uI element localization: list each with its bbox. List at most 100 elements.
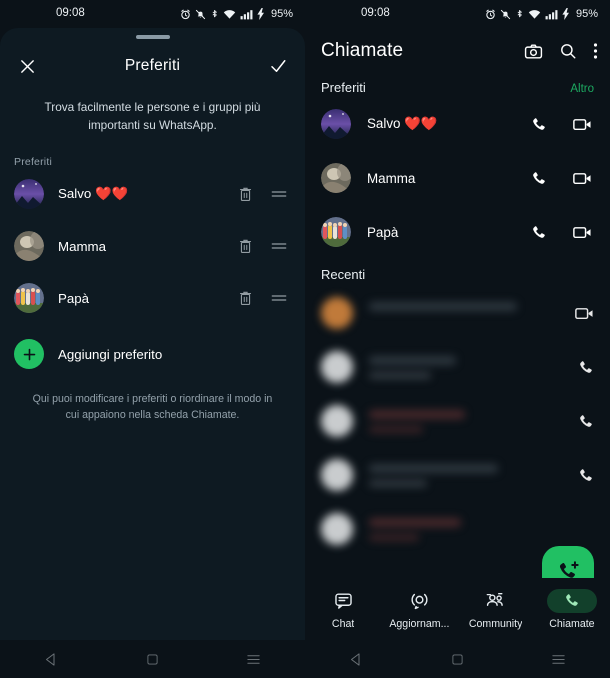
phone-icon[interactable]: [577, 359, 594, 376]
row-title-redacted: [369, 355, 457, 365]
right-phone-screen: 09:08 95% Chiamate Preferiti Altro Salvo…: [305, 0, 610, 678]
list-item[interactable]: Salvo ❤️❤️: [0, 168, 305, 220]
list-item[interactable]: Papà: [305, 205, 610, 259]
overflow-menu-icon[interactable]: [593, 42, 598, 60]
drag-handle-icon[interactable]: [271, 292, 287, 304]
drag-handle-icon[interactable]: [271, 188, 287, 200]
recents-icon[interactable]: [551, 653, 566, 666]
confirm-button[interactable]: [265, 53, 291, 79]
tab-label: Chiamate: [549, 617, 595, 630]
row-actions: [530, 116, 594, 133]
redacted-content: [321, 513, 577, 545]
android-nav-bar-left: [0, 640, 305, 678]
tab-updates[interactable]: Aggiornam...: [381, 589, 457, 630]
list-item[interactable]: [321, 286, 594, 340]
favorites-more-link[interactable]: Altro: [570, 83, 594, 95]
sheet-toolbar: Preferiti: [0, 43, 305, 89]
row-subtitle-redacted: [369, 371, 432, 379]
row-text: [369, 463, 577, 487]
phone-icon[interactable]: [530, 170, 547, 187]
redacted-content: [321, 297, 575, 329]
recent-calls-list: [305, 286, 610, 556]
phone-icon[interactable]: [530, 116, 547, 133]
list-item[interactable]: [321, 448, 594, 502]
tab-pill: [318, 589, 368, 613]
list-item[interactable]: Mamma: [305, 151, 610, 205]
community-icon: [486, 593, 503, 606]
list-item[interactable]: Papà: [0, 272, 305, 324]
signal-bars-icon: [240, 9, 253, 19]
sheet-description: Trova facilmente le persone e i gruppi p…: [44, 100, 261, 132]
add-favorite-button[interactable]: Aggiungi preferito: [0, 328, 305, 380]
status-bar-time-area: 09:08: [0, 0, 176, 28]
row-title-redacted: [369, 301, 518, 311]
home-square-icon[interactable]: [146, 653, 159, 666]
updates-icon: [411, 593, 428, 610]
battery-percent: 95%: [270, 8, 293, 20]
list-item[interactable]: [321, 340, 594, 394]
avatar-papa: [321, 217, 351, 247]
list-item[interactable]: Mamma: [0, 220, 305, 272]
trash-icon[interactable]: [238, 186, 253, 203]
sheet-footer-note: Qui puoi modificare i preferiti o riordi…: [32, 393, 273, 421]
close-button[interactable]: [14, 53, 40, 79]
list-item-label: Salvo ❤️❤️: [58, 186, 129, 202]
video-camera-icon[interactable]: [573, 225, 592, 240]
header-actions: [524, 42, 598, 61]
row-actions: [238, 238, 291, 255]
search-icon[interactable]: [559, 42, 577, 60]
recents-icon[interactable]: [246, 653, 261, 666]
sheet-drag-handle[interactable]: [135, 35, 170, 39]
list-item-label: Mamma: [367, 170, 416, 186]
redacted-content: [321, 405, 577, 437]
tab-calls[interactable]: Chiamate: [534, 588, 610, 630]
bell-muted-icon: [500, 9, 511, 19]
avatar-mamma: [14, 231, 44, 262]
row-action-placeholder: [577, 521, 594, 538]
row-title-redacted: [369, 409, 465, 419]
avatar-papa: [14, 283, 44, 314]
row-actions: [530, 170, 594, 187]
status-bar-time-area: 09:08: [305, 0, 481, 28]
home-square-icon[interactable]: [451, 653, 464, 666]
avatar: [321, 163, 351, 193]
avatar: [321, 405, 353, 437]
tab-chat[interactable]: Chat: [305, 589, 381, 630]
row-title-redacted: [369, 463, 498, 473]
bluetooth-icon: [517, 9, 522, 17]
video-camera-icon[interactable]: [573, 171, 592, 186]
add-favorite-circle: [14, 339, 44, 370]
trash-icon[interactable]: [238, 238, 253, 255]
camera-icon[interactable]: [524, 42, 543, 61]
back-triangle-icon[interactable]: [44, 652, 59, 667]
tab-community[interactable]: Community: [458, 589, 534, 630]
alarm-icon: [486, 9, 495, 19]
video-camera-icon[interactable]: [575, 306, 594, 321]
wifi-icon: [223, 9, 236, 19]
phone-icon[interactable]: [577, 467, 594, 484]
android-nav-bar-right: [305, 640, 610, 678]
status-bar-right: 09:08 95%: [305, 0, 610, 28]
drag-handle-icon[interactable]: [271, 240, 287, 252]
bell-muted-icon: [195, 9, 206, 19]
phone-icon[interactable]: [530, 224, 547, 241]
bottom-tab-bar: Chat Aggiornam... Community Chiamate: [305, 578, 610, 640]
row-subtitle-redacted: [369, 533, 419, 541]
trash-icon[interactable]: [238, 290, 253, 307]
back-triangle-icon[interactable]: [349, 652, 364, 667]
video-camera-icon[interactable]: [573, 117, 592, 132]
list-item[interactable]: [321, 394, 594, 448]
status-icons: 95%: [485, 0, 598, 28]
tab-pill-active: [546, 588, 597, 613]
list-item[interactable]: Salvo ❤️❤️: [305, 97, 610, 151]
phone-icon[interactable]: [577, 413, 594, 430]
avatar: [321, 217, 351, 247]
row-actions: [238, 186, 291, 203]
favorites-bottom-sheet: Preferiti Trova facilmente le persone e …: [0, 28, 305, 678]
row-subtitle-redacted: [369, 479, 428, 487]
alarm-icon: [181, 9, 190, 19]
avatar: [321, 351, 353, 383]
avatar: [321, 297, 353, 329]
tab-pill: [394, 589, 444, 613]
check-icon: [271, 60, 286, 72]
